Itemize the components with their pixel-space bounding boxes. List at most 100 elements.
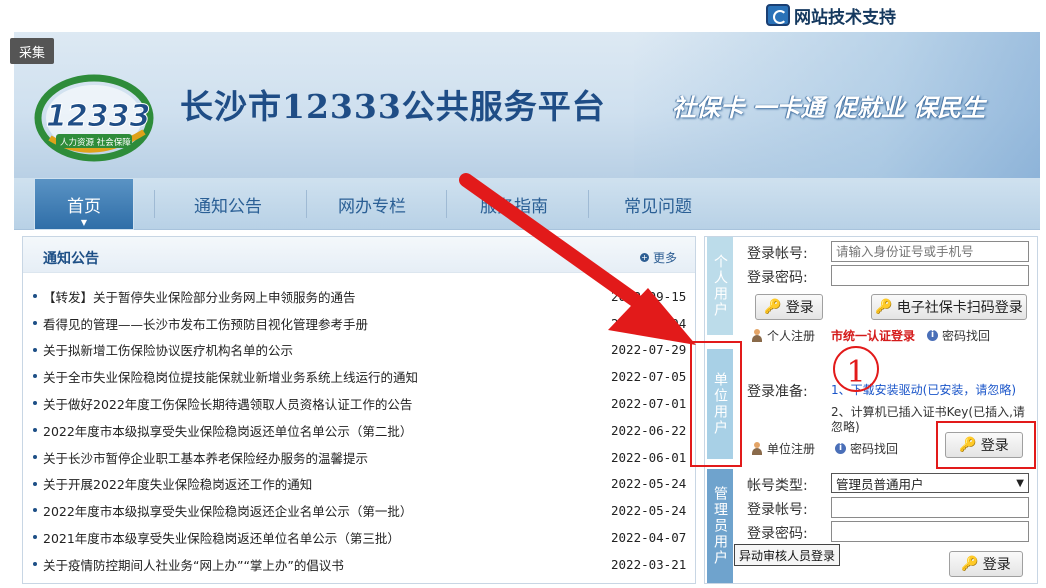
notice-list: 【转发】关于暂停失业保险部分业务网上申领服务的通告 2022-09-15 看得见的… — [23, 283, 695, 578]
account-type-value: 管理员普通用户 — [836, 476, 924, 492]
login-panel: 个人用户 登录帐号: 登录密码: 🔑 登录 🔑 电子社保卡扫码登录 个人注册 市… — [704, 236, 1038, 584]
nav-service-guide[interactable]: 服务指南 — [456, 178, 572, 230]
list-item[interactable]: 2021年度市本级享受失业保险稳岗返还单位名单公示（第三批） 2022-04-07 — [23, 524, 695, 551]
admin-account-input[interactable] — [831, 497, 1029, 518]
personal-login-label: 登录 — [785, 300, 814, 316]
unit-prepare-label: 登录准备: — [747, 384, 808, 400]
person-icon — [751, 329, 763, 342]
logo-number: 12333 — [46, 99, 150, 134]
unit-login-highlight — [936, 421, 1036, 469]
site-title: 长沙市12333公共服务平台 — [180, 87, 606, 126]
capture-badge[interactable]: 采集 — [10, 38, 54, 64]
tab-admin-user[interactable]: 管理员用户 — [707, 469, 733, 583]
list-item[interactable]: 看得见的管理——长沙市发布工伤预防目视化管理参考手册 2022-08-04 — [23, 310, 695, 337]
top-bar: 网站技术支持 — [0, 0, 1046, 30]
tech-support-label: 网站技术支持 — [794, 7, 896, 28]
tab-personal-user[interactable]: 个人用户 — [707, 237, 733, 335]
admin-login-button[interactable]: 🔑 登录 — [949, 551, 1023, 577]
notice-item-date: 2022-03-21 — [611, 556, 687, 572]
notice-item-date: 2022-06-01 — [611, 449, 687, 465]
notice-header: 通知公告 + 更多 — [23, 237, 695, 273]
unit-forgot-label: 密码找回 — [850, 442, 899, 456]
12333-logo: 12333 人力资源 社会保障 — [34, 74, 154, 162]
notice-item-title[interactable]: 关于做好2022年度工伤保险长期待遇领取人员资格认证工作的公告 — [43, 394, 603, 413]
personal-password-label: 登录密码: — [747, 270, 808, 286]
info-icon: i — [927, 330, 938, 341]
list-item[interactable]: 关于长沙市暂停企业职工基本养老保险经办服务的温馨提示 2022-06-01 — [23, 444, 695, 471]
tech-support-link[interactable]: 网站技术支持 — [766, 3, 896, 28]
chevron-down-icon: ▼ — [1016, 477, 1024, 489]
admin-password-input[interactable] — [831, 521, 1029, 542]
download-driver-link[interactable]: 1、下载安装驱动(已安装，请忽略) — [831, 381, 1016, 398]
notice-item-title[interactable]: 2022年度市本级拟享受失业保险稳岗返还单位名单公示（第二批） — [43, 421, 603, 440]
logo-subtitle: 人力资源 社会保障 — [60, 137, 131, 148]
notice-item-date: 2022-06-22 — [611, 422, 687, 438]
nav-home[interactable]: 首页 — [34, 178, 134, 230]
account-type-select[interactable]: 管理员普通用户 ▼ — [831, 473, 1029, 493]
admin-password-label: 登录密码: — [747, 526, 808, 542]
notice-item-date: 2022-07-05 — [611, 369, 687, 385]
notice-item-title[interactable]: 2021年度市本级享受失业保险稳岗返还单位名单公示（第三批） — [43, 528, 603, 547]
personal-forgot-password-link[interactable]: i 密码找回 — [927, 327, 990, 344]
unit-register-link[interactable]: 单位注册 — [751, 440, 815, 457]
nav-notices[interactable]: 通知公告 — [170, 178, 286, 230]
list-item[interactable]: 关于拟新增工伤保险协议医疗机构名单的公示 2022-07-29 — [23, 337, 695, 364]
list-item[interactable]: 2022年度市本级拟享受失业保险稳岗返还企业名单公示（第一批） 2022-05-2… — [23, 497, 695, 524]
key-icon: 🔑 — [875, 299, 893, 315]
key-icon: 🔑 — [764, 299, 782, 315]
personal-login-button[interactable]: 🔑 登录 — [755, 294, 823, 320]
notice-item-title[interactable]: 关于开展2022年度失业保险稳岗返还工作的通知 — [43, 474, 603, 493]
list-item[interactable]: 【转发】关于暂停失业保险部分业务网上申领服务的通告 2022-09-15 — [23, 283, 695, 310]
person-icon — [751, 442, 763, 455]
nav-divider — [588, 190, 589, 218]
main-nav: 首页 通知公告 网办专栏 服务指南 常见问题 — [14, 178, 1040, 230]
account-type-label: 帐号类型: — [747, 478, 808, 494]
personal-password-input[interactable] — [831, 265, 1029, 286]
nav-divider — [306, 190, 307, 218]
list-item[interactable]: 关于疫情防控期间人社业务“网上办”“掌上办”的倡议书 2022-03-21 — [23, 551, 695, 578]
tab-personal-label: 个人用户 — [712, 254, 728, 318]
nav-faq[interactable]: 常见问题 — [600, 178, 716, 230]
notice-item-date: 2022-08-04 — [611, 315, 687, 331]
info-icon: i — [835, 443, 846, 454]
nav-online-services[interactable]: 网办专栏 — [314, 178, 430, 230]
list-item[interactable]: 2022年度市本级拟享受失业保险稳岗返还单位名单公示（第二批） 2022-06-2… — [23, 417, 695, 444]
notice-item-date: 2022-05-24 — [611, 476, 687, 492]
notice-item-date: 2022-09-15 — [611, 288, 687, 304]
unit-tab-highlight — [690, 341, 742, 467]
social-card-scan-button[interactable]: 🔑 电子社保卡扫码登录 — [871, 294, 1027, 320]
tab-admin-label: 管理员用户 — [712, 486, 728, 566]
notice-item-title[interactable]: 关于长沙市暂停企业职工基本养老保险经办服务的温馨提示 — [43, 448, 603, 467]
notice-item-date: 2022-07-29 — [611, 342, 687, 358]
notice-item-title[interactable]: 关于疫情防控期间人社业务“网上办”“掌上办”的倡议书 — [43, 555, 603, 574]
more-label: 更多 — [652, 251, 677, 265]
plus-icon: + — [639, 253, 649, 262]
notice-item-title[interactable]: 关于拟新增工伤保险协议医疗机构名单的公示 — [43, 340, 603, 359]
personal-account-input[interactable] — [831, 241, 1029, 262]
notice-title: 通知公告 — [43, 251, 99, 267]
notice-item-date: 2022-05-24 — [611, 503, 687, 519]
notice-item-title[interactable]: 看得见的管理——长沙市发布工伤预防目视化管理参考手册 — [43, 314, 603, 333]
unified-auth-login-link[interactable]: 市统一认证登录 — [831, 327, 915, 344]
admin-login-label: 登录 — [982, 557, 1011, 573]
audit-staff-tooltip: 异动审核人员登录 — [734, 544, 841, 566]
phone-support-icon — [766, 4, 790, 26]
list-item[interactable]: 关于做好2022年度工伤保险长期待遇领取人员资格认证工作的公告 2022-07-0… — [23, 390, 695, 417]
notice-item-title[interactable]: 【转发】关于暂停失业保险部分业务网上申领服务的通告 — [43, 287, 603, 306]
list-item[interactable]: 关于开展2022年度失业保险稳岗返还工作的通知 2022-05-24 — [23, 471, 695, 498]
notice-item-date: 2022-04-07 — [611, 530, 687, 546]
personal-register-link[interactable]: 个人注册 — [751, 327, 815, 344]
personal-account-label: 登录帐号: — [747, 246, 808, 262]
more-link[interactable]: + 更多 — [639, 249, 677, 266]
personal-register-label: 个人注册 — [767, 329, 816, 343]
notice-panel: 通知公告 + 更多 【转发】关于暂停失业保险部分业务网上申领服务的通告 2022-… — [22, 236, 696, 584]
unit-forgot-password-link[interactable]: i 密码找回 — [835, 440, 898, 457]
nav-divider — [446, 190, 447, 218]
unit-register-label: 单位注册 — [767, 442, 816, 456]
list-item[interactable]: 关于全市失业保险稳岗位提技能保就业新增业务系统上线运行的通知 2022-07-05 — [23, 363, 695, 390]
notice-item-title[interactable]: 2022年度市本级拟享受失业保险稳岗返还企业名单公示（第一批） — [43, 501, 603, 520]
admin-account-label: 登录帐号: — [747, 502, 808, 518]
notice-item-title[interactable]: 关于全市失业保险稳岗位提技能保就业新增业务系统上线运行的通知 — [43, 367, 603, 386]
site-slogan: 社保卡 一卡通 促就业 保民生 — [672, 94, 986, 122]
key-icon: 🔑 — [961, 556, 979, 572]
